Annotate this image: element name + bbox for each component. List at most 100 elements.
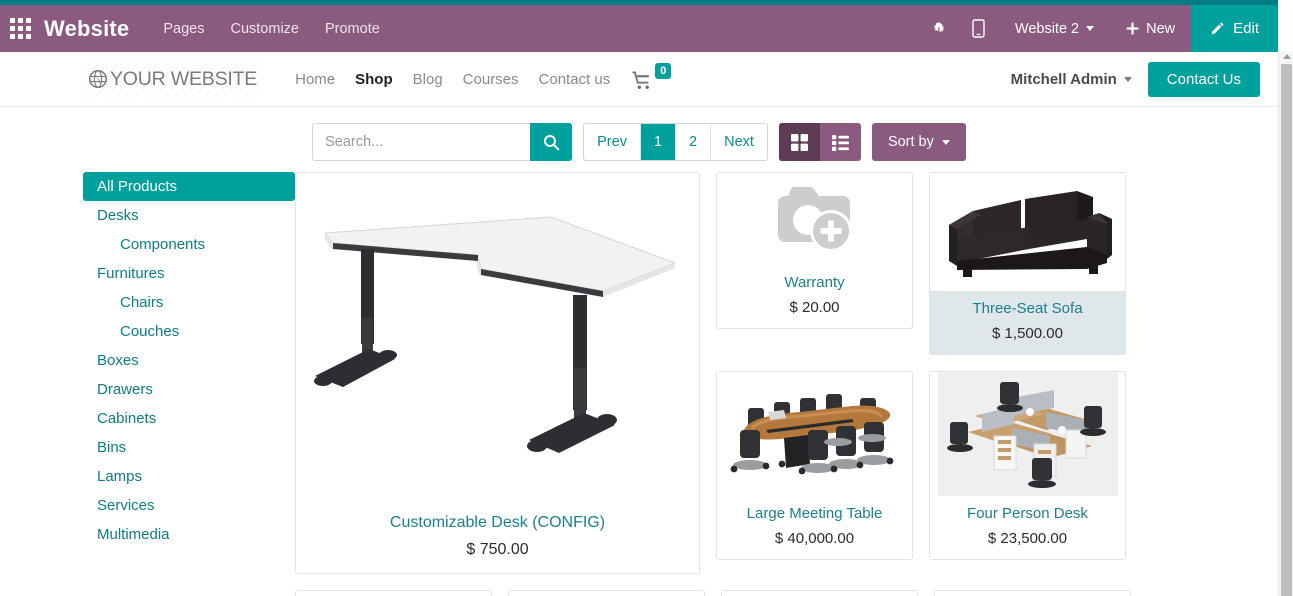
sidebar-item-drawers[interactable]: Drawers xyxy=(83,375,295,404)
pagination: Prev 1 2 Next xyxy=(583,123,768,161)
product-price: $ 23,500.00 xyxy=(987,530,1068,547)
product-caption-featured: Customizable Desk (CONFIG) $ 750.00 xyxy=(296,503,699,573)
page-root: Website Pages Customize Promote Website … xyxy=(0,0,1293,596)
product-card-featured[interactable]: Customizable Desk (CONFIG) $ 750.00 xyxy=(295,172,700,574)
search-icon xyxy=(543,134,559,150)
sidebar-item-components[interactable]: Components xyxy=(83,230,295,259)
product-card-partial-4[interactable] xyxy=(934,590,1131,596)
product-card-warranty[interactable]: Warranty $ 20.00 xyxy=(716,172,913,329)
product-image-customizable-desk xyxy=(296,173,699,503)
product-card-partial-2[interactable] xyxy=(508,590,705,596)
product-row-top: Customizable Desk (CONFIG) $ 750.00 Warr… xyxy=(295,172,1186,574)
sidebar-item-desks[interactable]: Desks xyxy=(83,201,295,230)
product-image-large-meeting-table xyxy=(717,372,912,496)
edit-button-label: Edit xyxy=(1233,20,1259,37)
image-placeholder-icon xyxy=(778,187,852,252)
product-grid: Customizable Desk (CONFIG) $ 750.00 Warr… xyxy=(295,172,1278,596)
plus-icon xyxy=(1126,22,1139,35)
mobile-preview-icon[interactable] xyxy=(959,5,999,52)
backend-menu: Pages Customize Promote xyxy=(163,21,379,37)
website-selector[interactable]: Website 2 xyxy=(999,5,1110,52)
site-logo-text: YOUR WEBSITE xyxy=(110,67,258,90)
product-card-partial-1[interactable] xyxy=(295,590,492,596)
nav-link-blog[interactable]: Blog xyxy=(413,71,443,88)
product-subgrid: Warranty $ 20.00 Three-Seat Sofa $ 1,500… xyxy=(716,172,1126,560)
cart-count-badge: 0 xyxy=(655,63,672,79)
sort-by-label: Sort by xyxy=(887,134,934,150)
pager-prev[interactable]: Prev xyxy=(584,124,641,160)
sidebar-item-chairs[interactable]: Chairs xyxy=(83,288,295,317)
apps-grid-icon[interactable] xyxy=(8,18,32,39)
product-name[interactable]: Warranty xyxy=(721,273,908,292)
edit-button[interactable]: Edit xyxy=(1191,5,1278,52)
list-view-icon[interactable] xyxy=(820,123,861,161)
product-caption-large-meeting-table: Large Meeting Table $ 40,000.00 xyxy=(717,496,912,559)
product-card-partial-3[interactable] xyxy=(721,590,918,596)
product-image-four-person-desk xyxy=(930,372,1125,496)
user-menu[interactable]: Mitchell Admin xyxy=(1011,71,1132,88)
product-image-warranty xyxy=(717,173,912,265)
product-name[interactable]: Large Meeting Table xyxy=(721,504,908,523)
search-input[interactable] xyxy=(312,123,531,161)
product-name[interactable]: Customizable Desk (CONFIG) xyxy=(302,513,693,532)
cart-link[interactable]: 0 xyxy=(632,63,672,90)
product-card-large-meeting-table[interactable]: Large Meeting Table $ 40,000.00 xyxy=(716,371,913,560)
sidebar-item-multimedia[interactable]: Multimedia xyxy=(83,520,295,549)
site-logo[interactable]: YOUR WEBSITE xyxy=(82,60,264,98)
search-group xyxy=(312,123,573,161)
shopping-cart-icon xyxy=(632,71,650,89)
chevron-down-icon xyxy=(1123,76,1132,82)
user-name-label: Mitchell Admin xyxy=(1010,70,1117,88)
site-nav: Home Shop Blog Courses Contact us xyxy=(295,71,610,88)
chevron-down-icon xyxy=(1086,26,1095,31)
sidebar-item-services[interactable]: Services xyxy=(83,491,295,520)
bug-icon[interactable] xyxy=(919,5,959,52)
product-card-three-seat-sofa[interactable]: Three-Seat Sofa $ 1,500.00 xyxy=(929,172,1126,355)
pager-page-2[interactable]: 2 xyxy=(676,124,712,160)
pencil-icon xyxy=(1211,22,1224,35)
shop-body: All Products Desks Components Furnitures… xyxy=(0,172,1278,596)
page-scrollbar[interactable] xyxy=(1278,52,1293,596)
product-row-next-partial xyxy=(295,590,1186,596)
backend-navbar-right: Website 2 New Edit xyxy=(919,5,1278,52)
product-row-1: Warranty $ 20.00 Three-Seat Sofa $ 1,500… xyxy=(716,172,1126,355)
sidebar-item-couches[interactable]: Couches xyxy=(83,317,295,346)
contact-us-button[interactable]: Contact Us xyxy=(1147,61,1260,97)
app-brand-title: Website xyxy=(44,15,130,41)
product-caption-warranty: Warranty $ 20.00 xyxy=(717,265,912,328)
new-button[interactable]: New xyxy=(1110,5,1191,52)
product-caption-four-person-desk: Four Person Desk $ 23,500.00 xyxy=(930,496,1125,559)
scrollbar-thumb[interactable] xyxy=(1281,64,1292,596)
menu-item-promote[interactable]: Promote xyxy=(325,21,380,37)
sidebar-item-bins[interactable]: Bins xyxy=(83,433,295,462)
chevron-down-icon xyxy=(941,139,950,145)
pager-next[interactable]: Next xyxy=(711,124,767,160)
product-row-2: Large Meeting Table $ 40,000.00 Four Per… xyxy=(716,371,1126,560)
pager-page-1[interactable]: 1 xyxy=(640,124,677,160)
scroll-up-arrow-icon[interactable] xyxy=(1283,54,1291,59)
sort-by-dropdown[interactable]: Sort by xyxy=(871,123,966,161)
sidebar-item-lamps[interactable]: Lamps xyxy=(83,462,295,491)
sidebar-item-cabinets[interactable]: Cabinets xyxy=(83,404,295,433)
sidebar-item-furnitures[interactable]: Furnitures xyxy=(83,259,295,288)
nav-link-shop[interactable]: Shop xyxy=(355,71,393,88)
shop-toolbar: Prev 1 2 Next xyxy=(0,107,1278,172)
product-name[interactable]: Three-Seat Sofa xyxy=(934,299,1121,318)
product-price: $ 40,000.00 xyxy=(774,530,855,547)
product-card-four-person-desk[interactable]: Four Person Desk $ 23,500.00 xyxy=(929,371,1126,560)
menu-item-customize[interactable]: Customize xyxy=(230,21,299,37)
search-button[interactable] xyxy=(530,123,573,161)
nav-link-contact-us[interactable]: Contact us xyxy=(539,71,611,88)
sidebar-item-boxes[interactable]: Boxes xyxy=(83,346,295,375)
nav-link-home[interactable]: Home xyxy=(295,71,335,88)
product-name[interactable]: Four Person Desk xyxy=(934,504,1121,523)
grid-view-icon[interactable] xyxy=(778,123,820,161)
view-toggle xyxy=(778,123,861,161)
menu-item-pages[interactable]: Pages xyxy=(163,21,204,37)
sidebar-item-all-products[interactable]: All Products xyxy=(83,172,295,201)
globe-icon xyxy=(88,69,108,89)
header-right: Mitchell Admin Contact Us xyxy=(1011,61,1260,97)
website-selector-label: Website 2 xyxy=(1014,20,1080,37)
new-button-label: New xyxy=(1146,20,1176,37)
nav-link-courses[interactable]: Courses xyxy=(463,71,519,88)
